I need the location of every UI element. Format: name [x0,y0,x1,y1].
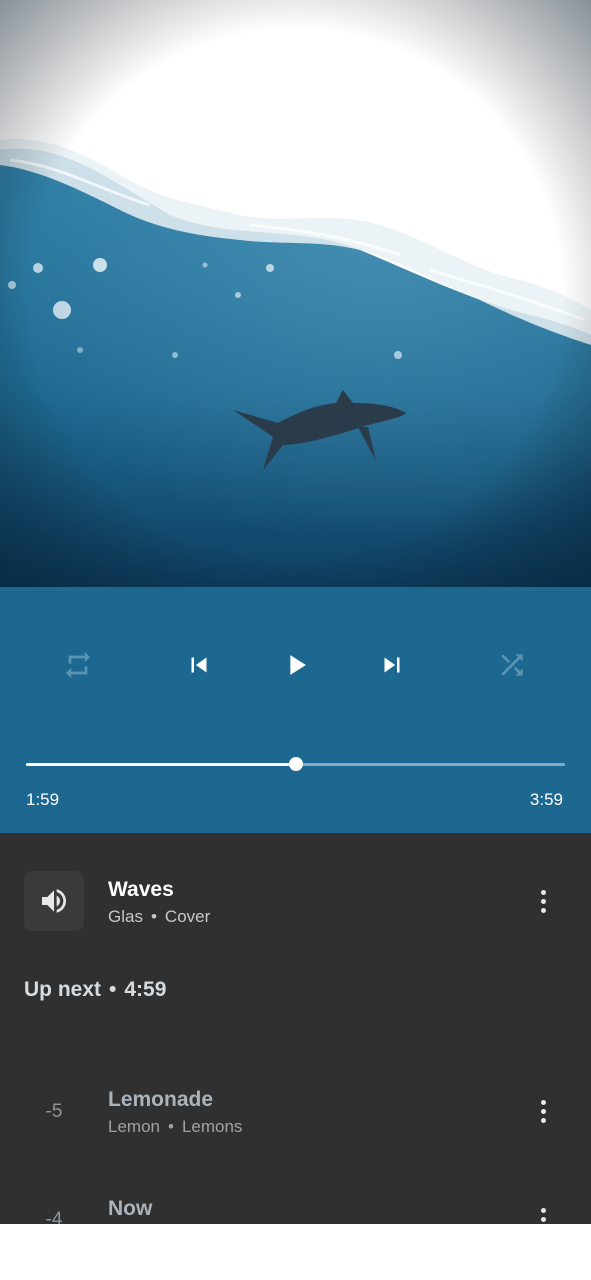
speaker-icon [42,889,66,913]
queue-item-more-button[interactable] [531,1095,555,1127]
queue-item-title: Now [108,1197,153,1220]
seek-bar[interactable] [26,757,565,771]
play-icon [290,655,306,675]
queue-item-subtitle: Lemon • Lemons [108,1117,242,1137]
more-icon-dot [540,898,546,904]
up-next-duration: 4:59 [124,978,167,1001]
repeat-button[interactable] [58,649,98,681]
elapsed-time: 1:59 [26,790,60,809]
now-playing-album: Cover [164,907,211,926]
next-button[interactable] [372,649,412,681]
queue-item-index: -5 [45,1101,63,1122]
more-icon-dot [540,1099,546,1105]
player-panel: 1:59 3:59 [0,587,591,833]
queue-item-album: Lemons [181,1117,243,1136]
more-icon-dot [540,1108,546,1114]
seek-thumb[interactable] [288,757,303,771]
skip-next-icon [384,657,400,673]
total-time: 3:59 [529,790,563,809]
more-icon-dot [540,889,546,895]
more-icon-dot [540,1117,546,1123]
skip-previous-icon [191,657,207,673]
now-playing-thumbnail [24,871,84,931]
queue-item-more-button[interactable] [531,1203,555,1224]
queue-panel: Waves Glas • Cover Up next • 4:59 -5 Lemonad… [0,833,591,1224]
more-icon-dot [540,1216,546,1222]
more-icon-dot [540,1207,546,1213]
album-art [0,0,591,587]
now-playing-title[interactable]: Waves [108,878,174,902]
queue-item-title: Lemonade [108,1088,214,1111]
play-button[interactable] [276,649,316,681]
shuffle-button[interactable] [492,649,532,681]
queue-item-artist: Lemon [108,1117,160,1136]
separator-dot: • [109,978,117,1001]
previous-button[interactable] [179,649,219,681]
seek-progress [26,763,296,766]
now-playing-more-button[interactable] [531,885,555,917]
separator-dot: • [167,1117,174,1136]
shark-underwater-image [0,0,591,587]
now-playing-artist: Glas [108,907,143,926]
queue-item-index: -4 [45,1209,63,1224]
more-icon-dot [540,907,546,913]
repeat-icon [66,651,90,679]
shuffle-icon [501,654,523,676]
up-next-label: Up next [24,978,102,1001]
separator-dot: • [150,907,157,926]
up-next-header: Up next • 4:59 [24,978,166,1002]
now-playing-subtitle: Glas • Cover [108,907,210,927]
